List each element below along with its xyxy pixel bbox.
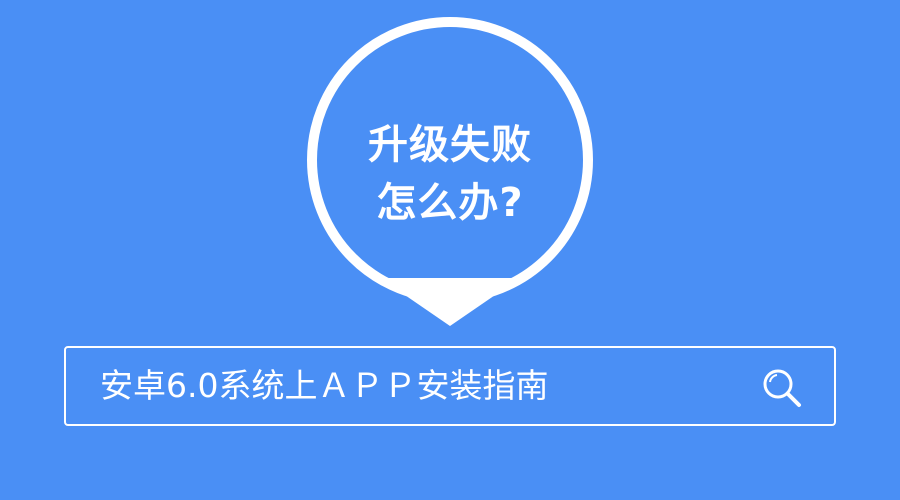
pin-heading-line1: 升级失败: [368, 122, 532, 168]
search-bar[interactable]: 安卓6.0系统上ＡＰＰ安装指南: [64, 346, 836, 426]
pin-heading-line2: 怎么办?: [376, 180, 524, 226]
banner: 升级失败 怎么办? 安卓6.0系统上ＡＰＰ安装指南: [0, 0, 900, 500]
search-query-text: 安卓6.0系统上ＡＰＰ安装指南: [100, 366, 549, 405]
pin-heading: 升级失败 怎么办?: [330, 116, 570, 232]
search-icon[interactable]: [760, 366, 804, 410]
